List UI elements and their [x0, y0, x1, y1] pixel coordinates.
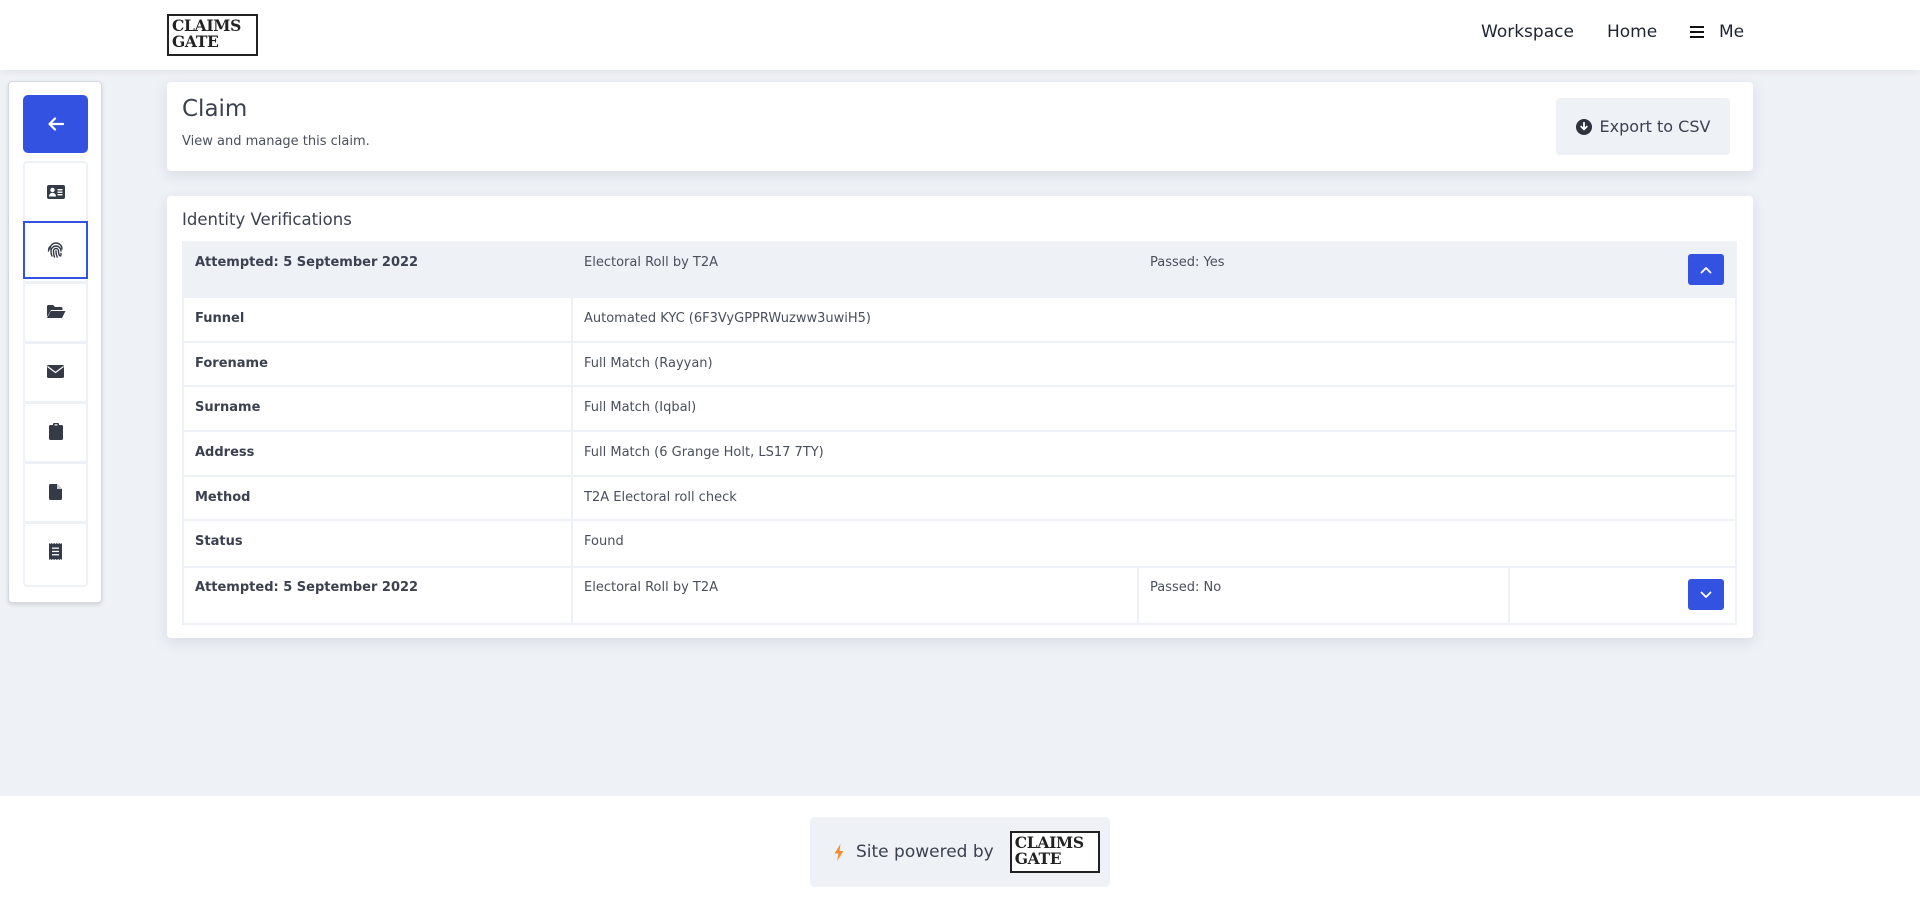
detail-label: Method [195, 489, 251, 505]
section-title: Identity Verifications [182, 210, 352, 229]
column-divider [1137, 568, 1139, 623]
nav-home-link[interactable]: Home [1607, 22, 1657, 42]
detail-value: Full Match (Iqbal) [584, 400, 697, 416]
column-divider [1508, 568, 1510, 623]
nav-me-label: Me [1719, 22, 1745, 42]
detail-value: Found [584, 534, 624, 550]
footer-claims-gate-logo: CLAIMS GATE [1009, 831, 1100, 873]
attempt-passed: Passed: Yes [1150, 255, 1225, 270]
identity-verifications-card: Identity Verifications Attempted: 5 Sept… [167, 196, 1753, 638]
verification-details-table: Funnel Automated KYC (6F3VyGPPRWuzww3uwi… [182, 298, 1737, 567]
arrow-left-icon [47, 117, 64, 131]
claims-gate-logo[interactable]: CLAIMS GATE [167, 14, 258, 56]
sidebar-nav-list [23, 161, 88, 587]
page-subtitle: View and manage this claim. [182, 134, 370, 149]
detail-label: Forename [195, 355, 268, 371]
detail-value: Full Match (Rayyan) [584, 355, 713, 371]
fingerprint-icon [47, 242, 63, 258]
menu-icon [1690, 26, 1704, 38]
attempt-provider: Electoral Roll by T2A [584, 580, 719, 595]
column-divider [571, 568, 573, 623]
detail-row: Surname Full Match (Iqbal) [184, 387, 1735, 433]
powered-by-text: Site powered by [856, 842, 994, 862]
detail-row: Funnel Automated KYC (6F3VyGPPRWuzww3uwi… [184, 298, 1735, 343]
expand-attempt-button[interactable] [1688, 579, 1724, 610]
footer: Site powered by CLAIMS GATE [0, 796, 1920, 904]
receipt-icon [49, 543, 62, 560]
detail-row: Address Full Match (6 Grange Holt, LS17 … [184, 432, 1735, 477]
detail-label: Address [195, 445, 255, 461]
chevron-up-icon [1700, 266, 1712, 273]
logo-line-2: GATE [1014, 849, 1062, 868]
sidebar [8, 81, 102, 603]
detail-value: Automated KYC (6F3VyGPPRWuzww3uwiH5) [584, 311, 871, 326]
claim-header-card: Claim View and manage this claim. Export… [167, 82, 1753, 171]
verification-attempt-row: Attempted: 5 September 2022 Electoral Ro… [182, 241, 1737, 298]
detail-row: Method T2A Electoral roll check [184, 476, 1735, 522]
detail-value: T2A Electoral roll check [584, 489, 737, 505]
detail-label: Status [195, 534, 243, 550]
sidebar-item-identity-verifications[interactable] [23, 221, 88, 279]
logo-line-2: GATE [172, 32, 219, 51]
attempt-date: Attempted: 5 September 2022 [195, 255, 419, 270]
sidebar-item-invoices[interactable] [23, 521, 88, 579]
file-icon [49, 483, 62, 500]
bolt-icon [834, 843, 844, 861]
detail-value: Full Match (6 Grange Holt, LS17 7TY) [584, 445, 824, 461]
export-csv-label: Export to CSV [1599, 117, 1711, 136]
sidebar-item-messages[interactable] [23, 341, 88, 399]
sidebar-item-tasks[interactable] [23, 401, 88, 459]
powered-by-badge[interactable]: Site powered by CLAIMS GATE [810, 817, 1110, 887]
nav-workspace-link[interactable]: Workspace [1481, 22, 1574, 42]
verification-attempt-row: Attempted: 5 September 2022 Electoral Ro… [182, 566, 1737, 625]
sidebar-item-claimant-details[interactable] [23, 163, 88, 221]
attempt-passed: Passed: No [1150, 580, 1222, 595]
detail-label: Funnel [195, 311, 245, 326]
export-csv-button[interactable]: Export to CSV [1556, 98, 1730, 155]
back-button[interactable] [23, 95, 88, 153]
envelope-icon [47, 365, 64, 378]
nav-me-menu[interactable]: Me [1690, 22, 1744, 42]
chevron-down-icon [1700, 591, 1712, 598]
collapse-attempt-button[interactable] [1688, 254, 1724, 285]
top-navbar: CLAIMS GATE Workspace Home Me [0, 0, 1920, 70]
folder-open-icon [46, 305, 65, 318]
detail-row: Status Found [184, 521, 1735, 567]
sidebar-item-files[interactable] [23, 461, 88, 519]
clipboard-icon [48, 423, 63, 440]
attempt-date: Attempted: 5 September 2022 [195, 580, 419, 595]
sidebar-item-documents[interactable] [23, 281, 88, 339]
download-circle-icon [1575, 118, 1592, 135]
page-title: Claim [182, 96, 248, 122]
detail-row: Forename Full Match (Rayyan) [184, 342, 1735, 388]
attempt-provider: Electoral Roll by T2A [584, 255, 719, 270]
id-card-icon [46, 185, 65, 199]
detail-label: Surname [195, 400, 261, 416]
